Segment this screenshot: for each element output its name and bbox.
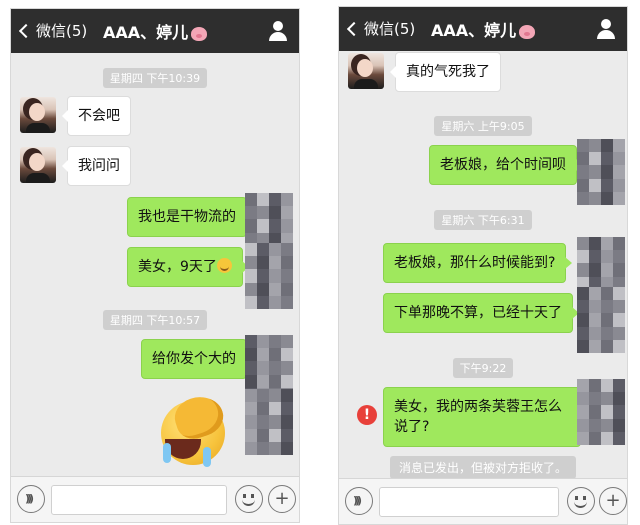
back-label: 微信(5) bbox=[364, 20, 416, 38]
timestamp: 星期六 下午6:31 bbox=[339, 209, 627, 230]
back-button[interactable]: 微信(5) bbox=[345, 18, 415, 39]
self-avatar-pixelated[interactable] bbox=[577, 379, 625, 445]
back-button[interactable]: 微信(5) bbox=[17, 20, 87, 41]
self-avatar-pixelated[interactable] bbox=[577, 287, 625, 353]
back-chevron-icon bbox=[18, 23, 34, 38]
contact-profile-icon[interactable] bbox=[269, 21, 287, 41]
self-avatar-pixelated[interactable] bbox=[245, 243, 293, 309]
emoji-icon[interactable] bbox=[235, 485, 263, 513]
emoji-icon[interactable] bbox=[567, 487, 595, 515]
message-bubble-sent[interactable]: 下单那晚不算，已经十天了 bbox=[383, 293, 579, 333]
timestamp: 下午9:22 bbox=[339, 357, 627, 378]
pig-emoji-icon bbox=[519, 24, 536, 39]
pig-emoji-icon bbox=[191, 26, 208, 41]
timestamp: 星期四 下午10:57 bbox=[11, 309, 299, 330]
message-bubble-sent[interactable]: 老板娘，给个时间呗 bbox=[429, 145, 583, 185]
right-chat-screen: 微信(5) AAA、婷儿 真的气死我了 星期六 上午9:05 老板娘，给个时间呗… bbox=[338, 6, 628, 525]
laugh-emoji-icon bbox=[216, 258, 232, 273]
plus-icon[interactable]: + bbox=[599, 487, 627, 515]
chat-title: AAA、婷儿 bbox=[103, 19, 208, 43]
chat-title-text: AAA、婷儿 bbox=[103, 23, 189, 42]
facepalm-sticker[interactable] bbox=[157, 390, 229, 469]
error-icon[interactable]: ! bbox=[357, 405, 377, 425]
self-avatar-pixelated[interactable] bbox=[577, 139, 625, 205]
left-chat-screen: 微信(5) AAA、婷儿 星期四 下午10:39 不会吧 我问问 我也是干物流的… bbox=[10, 8, 300, 523]
message-bubble-received[interactable]: 真的气死我了 bbox=[390, 52, 501, 92]
message-input[interactable] bbox=[379, 487, 559, 517]
back-chevron-icon bbox=[346, 21, 362, 36]
message-bubble-sent[interactable]: 我也是干物流的 bbox=[127, 197, 253, 237]
contact-avatar[interactable] bbox=[20, 97, 56, 133]
message-bubble-received[interactable]: 不会吧 bbox=[62, 96, 131, 136]
chat-title: AAA、婷儿 bbox=[431, 17, 536, 41]
chat-header: 微信(5) AAA、婷儿 bbox=[11, 9, 299, 53]
message-bubble-sent[interactable]: 老板娘，那什么时候能到? bbox=[383, 243, 573, 283]
self-avatar-pixelated[interactable] bbox=[245, 389, 293, 455]
rejection-notice: 消息已发出，但被对方拒收了。 bbox=[339, 456, 627, 479]
timestamp: 星期六 上午9:05 bbox=[339, 115, 627, 136]
plus-icon[interactable]: + bbox=[268, 485, 296, 513]
voice-icon[interactable] bbox=[17, 485, 45, 513]
contact-avatar[interactable] bbox=[348, 53, 384, 89]
timestamp: 星期四 下午10:39 bbox=[11, 67, 299, 88]
contact-avatar[interactable] bbox=[20, 147, 56, 183]
voice-icon[interactable] bbox=[345, 487, 373, 515]
message-bubble-received[interactable]: 我问问 bbox=[62, 146, 131, 186]
message-bubble-sent[interactable]: 给你发个大的 bbox=[141, 339, 253, 379]
input-bar: + bbox=[11, 476, 299, 522]
message-bubble-sent[interactable]: 美女，我的两条芙蓉王怎么说了? bbox=[383, 387, 587, 447]
message-input[interactable] bbox=[51, 485, 227, 515]
contact-profile-icon[interactable] bbox=[597, 19, 615, 39]
message-bubble-sent[interactable]: 美女，9天了 bbox=[127, 247, 249, 287]
chat-header: 微信(5) AAA、婷儿 bbox=[339, 7, 627, 51]
input-bar: + bbox=[339, 478, 627, 524]
back-label: 微信(5) bbox=[36, 22, 88, 40]
chat-title-text: AAA、婷儿 bbox=[431, 21, 517, 40]
